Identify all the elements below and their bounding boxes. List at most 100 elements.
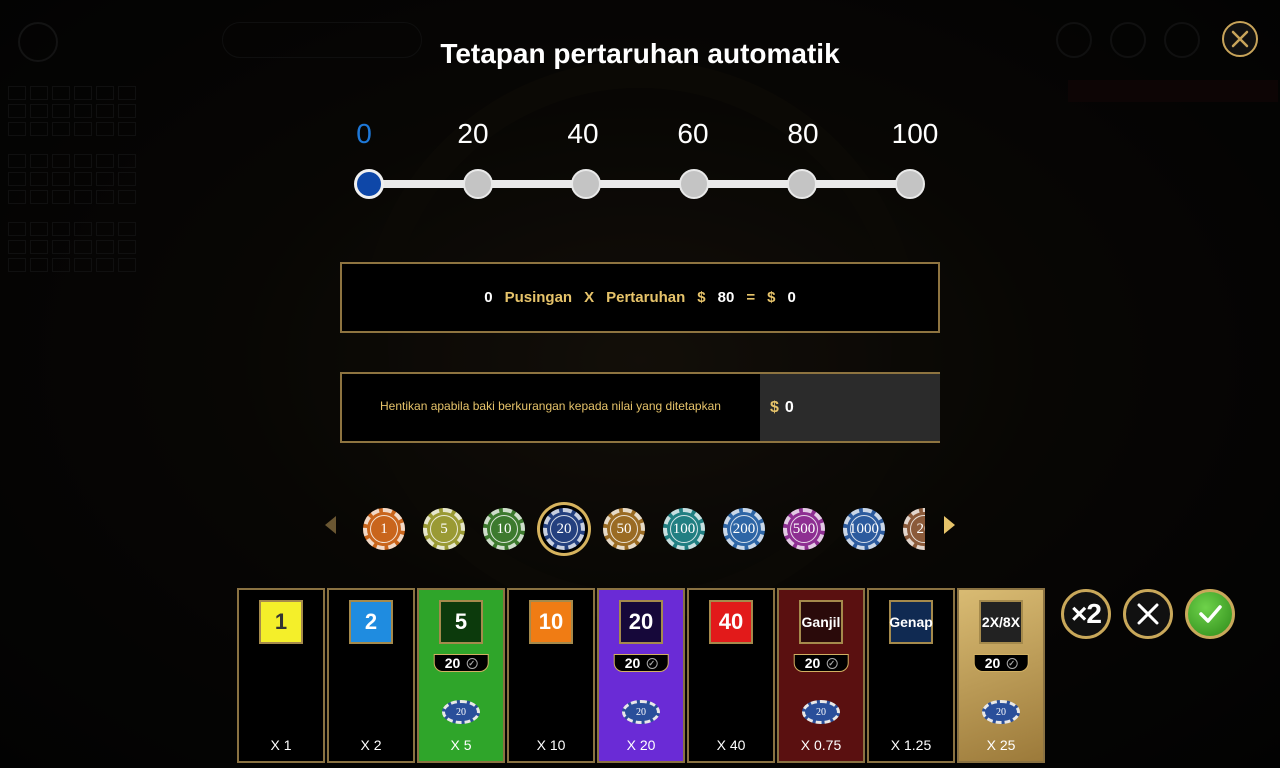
slider-label: 100 — [891, 118, 939, 149]
chip-value: 200 — [730, 515, 758, 543]
chip-value: 50 — [610, 515, 638, 543]
bet-badge: Ganjil — [799, 600, 843, 644]
chip-200[interactable]: 200 — [723, 508, 765, 550]
summary-equals: = — [746, 289, 756, 306]
bet-amount-tag: 20 ✓ — [433, 654, 489, 672]
slider-stop-60[interactable] — [679, 169, 709, 199]
chips-prev-arrow[interactable] — [325, 516, 336, 534]
bet-multiplier: X 10 — [536, 737, 566, 753]
chip-value: 20 — [550, 515, 578, 543]
bet-multiplier: X 1 — [270, 737, 292, 753]
slider-label: 20 — [457, 118, 489, 149]
chips-next-arrow[interactable] — [944, 516, 955, 534]
chip-value: 5 — [430, 515, 458, 543]
chip-selector: 1 5 10 20 50 100 200 500 1000 20 — [355, 500, 925, 560]
bet-amount: 20 — [444, 655, 461, 671]
chip-value: 1000 — [849, 515, 879, 543]
chip-20[interactable]: 20 — [543, 508, 585, 550]
stop-loss-value: 0 — [784, 398, 794, 416]
bet-card-8[interactable]: Genap X 1.25 — [867, 588, 955, 763]
bet-amount: 20 — [624, 655, 641, 671]
stop-loss-label: Hentikan apabila baki berkurangan kepada… — [380, 399, 721, 413]
spin-count-labels: 0 20 40 60 80 100 — [340, 118, 940, 158]
slider-label: 80 — [787, 118, 819, 149]
bet-badge: 5 — [439, 600, 483, 644]
bet-amount: 20 — [984, 655, 1001, 671]
chip-100[interactable]: 100 — [663, 508, 705, 550]
close-button[interactable] — [1222, 21, 1258, 57]
bet-card-4[interactable]: 10 X 10 — [507, 588, 595, 763]
bet-card-3[interactable]: 5 20 ✓ 20 X 5 — [417, 588, 505, 763]
slider-label: 40 — [567, 118, 599, 149]
placed-chip: 20 — [982, 700, 1020, 724]
chip-value: 20 — [910, 515, 925, 543]
stop-loss-input[interactable]: $ 0 — [760, 374, 940, 441]
close-icon — [1137, 603, 1159, 625]
dialog-title: Tetapan pertaruhan automatik — [440, 38, 840, 69]
check-icon: ✓ — [646, 657, 658, 669]
bet-card-5[interactable]: 20 20 ✓ 20 X 20 — [597, 588, 685, 763]
bet-card-2[interactable]: 2 X 2 — [327, 588, 415, 763]
chip-5[interactable]: 5 — [423, 508, 465, 550]
bet-badge: 10 — [529, 600, 573, 644]
chip-partial[interactable]: 20 — [903, 508, 925, 550]
bet-card-1[interactable]: 1 X 1 — [237, 588, 325, 763]
bet-multiplier: X 25 — [986, 737, 1016, 753]
bet-amount-tag: 20 ✓ — [973, 654, 1029, 672]
bet-multiplier: X 20 — [626, 737, 656, 753]
chip-50[interactable]: 50 — [603, 508, 645, 550]
placed-chip: 20 — [802, 700, 840, 724]
check-icon: ✓ — [1006, 657, 1018, 669]
bet-multiplier: X 2 — [360, 737, 382, 753]
bet-badge: 40 — [709, 600, 753, 644]
summary-times: X — [584, 289, 595, 306]
clear-bet-button[interactable] — [1123, 589, 1173, 639]
placed-chip: 20 — [622, 700, 660, 724]
chip-value: 10 — [490, 515, 518, 543]
confirm-button[interactable] — [1185, 589, 1235, 639]
chip-1[interactable]: 1 — [363, 508, 405, 550]
bet-multiplier: X 1.25 — [890, 737, 932, 753]
double-bet-label: ×2 — [1071, 598, 1102, 629]
bet-card-7[interactable]: Ganjil 20 ✓ 20 X 0.75 — [777, 588, 865, 763]
bet-card-6[interactable]: 40 X 40 — [687, 588, 775, 763]
check-icon: ✓ — [826, 657, 838, 669]
chip-1000[interactable]: 1000 — [843, 508, 885, 550]
bet-amount-tag: 20 ✓ — [613, 654, 669, 672]
chip-value: 1 — [370, 515, 398, 543]
spin-count-slider-track[interactable] — [370, 180, 910, 188]
slider-label: 0 — [356, 118, 372, 149]
stop-loss-currency: $ — [770, 398, 779, 416]
slider-stop-20[interactable] — [463, 169, 493, 199]
placed-chip: 20 — [442, 700, 480, 724]
summary-currency: $ — [697, 289, 706, 306]
close-icon — [1231, 30, 1249, 48]
bet-badge: 2X/8X — [979, 600, 1023, 644]
bet-badge: 1 — [259, 600, 303, 644]
slider-stop-40[interactable] — [571, 169, 601, 199]
slider-stop-0[interactable] — [354, 169, 384, 199]
bet-multiplier: X 5 — [450, 737, 472, 753]
bet-amount-tag: 20 ✓ — [793, 654, 849, 672]
chip-500[interactable]: 500 — [783, 508, 825, 550]
chip-10[interactable]: 10 — [483, 508, 525, 550]
summary-bet-label: Pertaruhan — [606, 289, 686, 306]
bet-card-9[interactable]: 2X/8X 20 ✓ 20 X 25 — [957, 588, 1045, 763]
bet-multiplier: X 0.75 — [800, 737, 842, 753]
bet-badge: Genap — [889, 600, 933, 644]
summary-spins: 0 — [484, 289, 493, 306]
bet-badge: 20 — [619, 600, 663, 644]
check-icon — [1199, 605, 1222, 623]
slider-label: 60 — [677, 118, 709, 149]
bet-badge: 2 — [349, 600, 393, 644]
summary-spins-label: Pusingan — [504, 289, 573, 306]
bet-amount: 20 — [804, 655, 821, 671]
chip-value: 500 — [790, 515, 818, 543]
double-bet-button[interactable]: ×2 — [1061, 589, 1111, 639]
bet-summary: 0 Pusingan X Pertaruhan $ 80 = $ 0 — [340, 262, 940, 333]
stop-loss-row: Hentikan apabila baki berkurangan kepada… — [340, 372, 940, 443]
chip-value: 100 — [670, 515, 698, 543]
check-icon: ✓ — [466, 657, 478, 669]
slider-stop-80[interactable] — [787, 169, 817, 199]
slider-stop-100[interactable] — [895, 169, 925, 199]
